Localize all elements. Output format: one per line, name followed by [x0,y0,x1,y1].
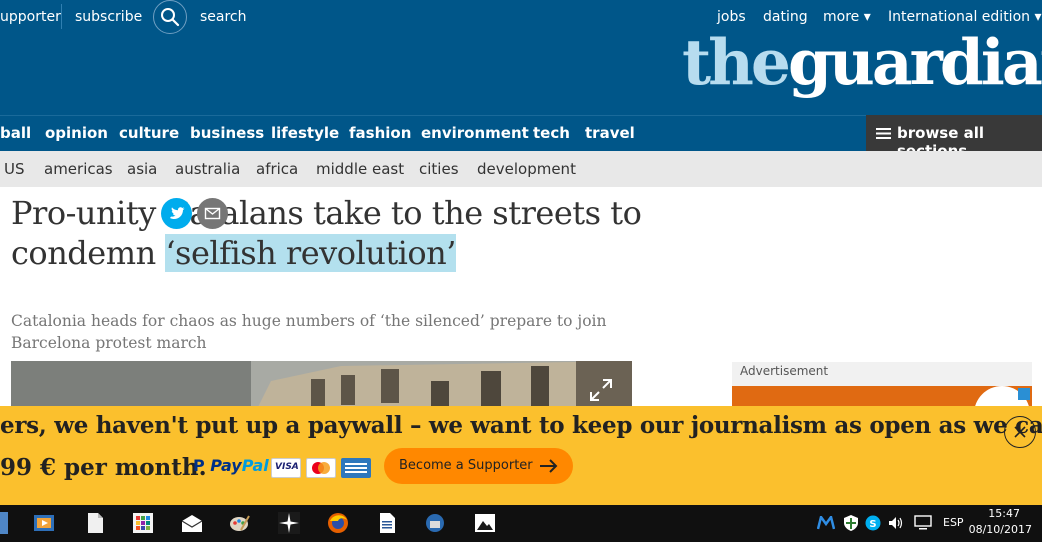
subnav-item-us[interactable]: US [4,160,25,178]
twitter-icon [170,207,185,220]
subnav-item-africa[interactable]: africa [256,160,298,178]
become-supporter-label: Become a Supporter [399,458,533,473]
email-share-button[interactable] [197,198,228,229]
subscribe-link[interactable]: subscribe [75,9,142,25]
volume-icon[interactable] [888,516,904,530]
arrow-right-icon [540,459,558,473]
paypal-logo: P PayPal [193,456,269,475]
visa-icon: VISA [271,458,301,478]
input-language[interactable]: ESP [943,516,964,529]
headline-selected-text[interactable]: ‘selfish revolution’ [165,234,456,272]
skype-icon[interactable]: S [865,515,881,531]
paint-icon[interactable] [229,512,251,534]
search-button[interactable] [153,0,187,34]
svg-text:S: S [869,519,876,530]
word-document-icon[interactable] [376,512,398,534]
nav-item-culture[interactable]: culture [119,124,179,142]
supporter-link[interactable]: upporter [0,9,61,25]
email-icon [204,207,221,220]
subnav-item-cities[interactable]: cities [419,160,459,178]
paypal-p-icon: P [193,456,211,475]
spark-app-icon[interactable] [278,512,300,534]
nav-item-tech[interactable]: tech [533,124,570,142]
expand-icon[interactable] [588,377,614,403]
nav-item-football[interactable]: ball [0,124,31,142]
shield-icon[interactable] [843,514,859,532]
subnav-item-australia[interactable]: australia [175,160,240,178]
logo-the: the [682,25,791,99]
mastercard-icon [306,458,336,478]
photos-icon[interactable] [474,512,496,534]
clock-time[interactable]: 15:47 [988,507,1020,520]
nav-item-fashion[interactable]: fashion [349,124,411,142]
visa-label: VISA [275,462,299,472]
logo-guardian: guardian [788,25,1042,99]
search-icon [161,8,180,27]
become-supporter-button[interactable]: Become a Supporter [384,448,573,484]
nav-item-travel[interactable]: travel [585,124,635,142]
amex-icon [341,458,371,478]
nav-item-business[interactable]: business [190,124,264,142]
taskbar [0,505,1042,542]
banner-message: ers, we haven't put up a paywall – we wa… [0,412,1042,439]
close-banner-button[interactable] [1004,416,1036,448]
search-label[interactable]: search [200,9,247,25]
subnav-item-development[interactable]: development [477,160,576,178]
nav-item-environment[interactable]: environment [421,124,529,142]
network-icon[interactable] [914,515,932,531]
article-headline: Pro-unity Catalans take to the streets t… [11,193,651,273]
partial-app-icon[interactable] [0,512,8,534]
malwarebytes-icon[interactable] [817,516,835,530]
nav-item-lifestyle[interactable]: lifestyle [271,124,339,142]
guardian-logo[interactable]: theguardian [682,22,1042,102]
mail-app-icon[interactable] [181,512,203,534]
media-player-icon[interactable] [33,512,55,534]
divider [61,4,62,29]
close-icon [1014,426,1026,438]
article-standfirst: Catalonia heads for chaos as huge number… [11,312,607,352]
subnav-item-americas[interactable]: americas [44,160,113,178]
banner-price: 99 € per month. [0,454,207,481]
apps-grid-icon[interactable] [132,512,154,534]
twitter-share-button[interactable] [161,198,192,229]
firefox-icon[interactable] [327,512,349,534]
browse-all-sections-button[interactable]: browse all sections [866,115,1042,160]
advert-label: Advertisement [740,364,829,378]
paypal-text-b: Pal [241,456,269,475]
document-icon[interactable] [84,512,106,534]
thunderbird-icon[interactable] [424,512,446,534]
subnav-item-middle-east[interactable]: middle east [316,160,404,178]
menu-icon [876,128,891,139]
paypal-text-a: Pay [210,456,242,475]
clock-date[interactable]: 08/10/2017 [969,523,1032,536]
subnav-item-asia[interactable]: asia [127,160,157,178]
nav-item-opinion[interactable]: opinion [45,124,108,142]
